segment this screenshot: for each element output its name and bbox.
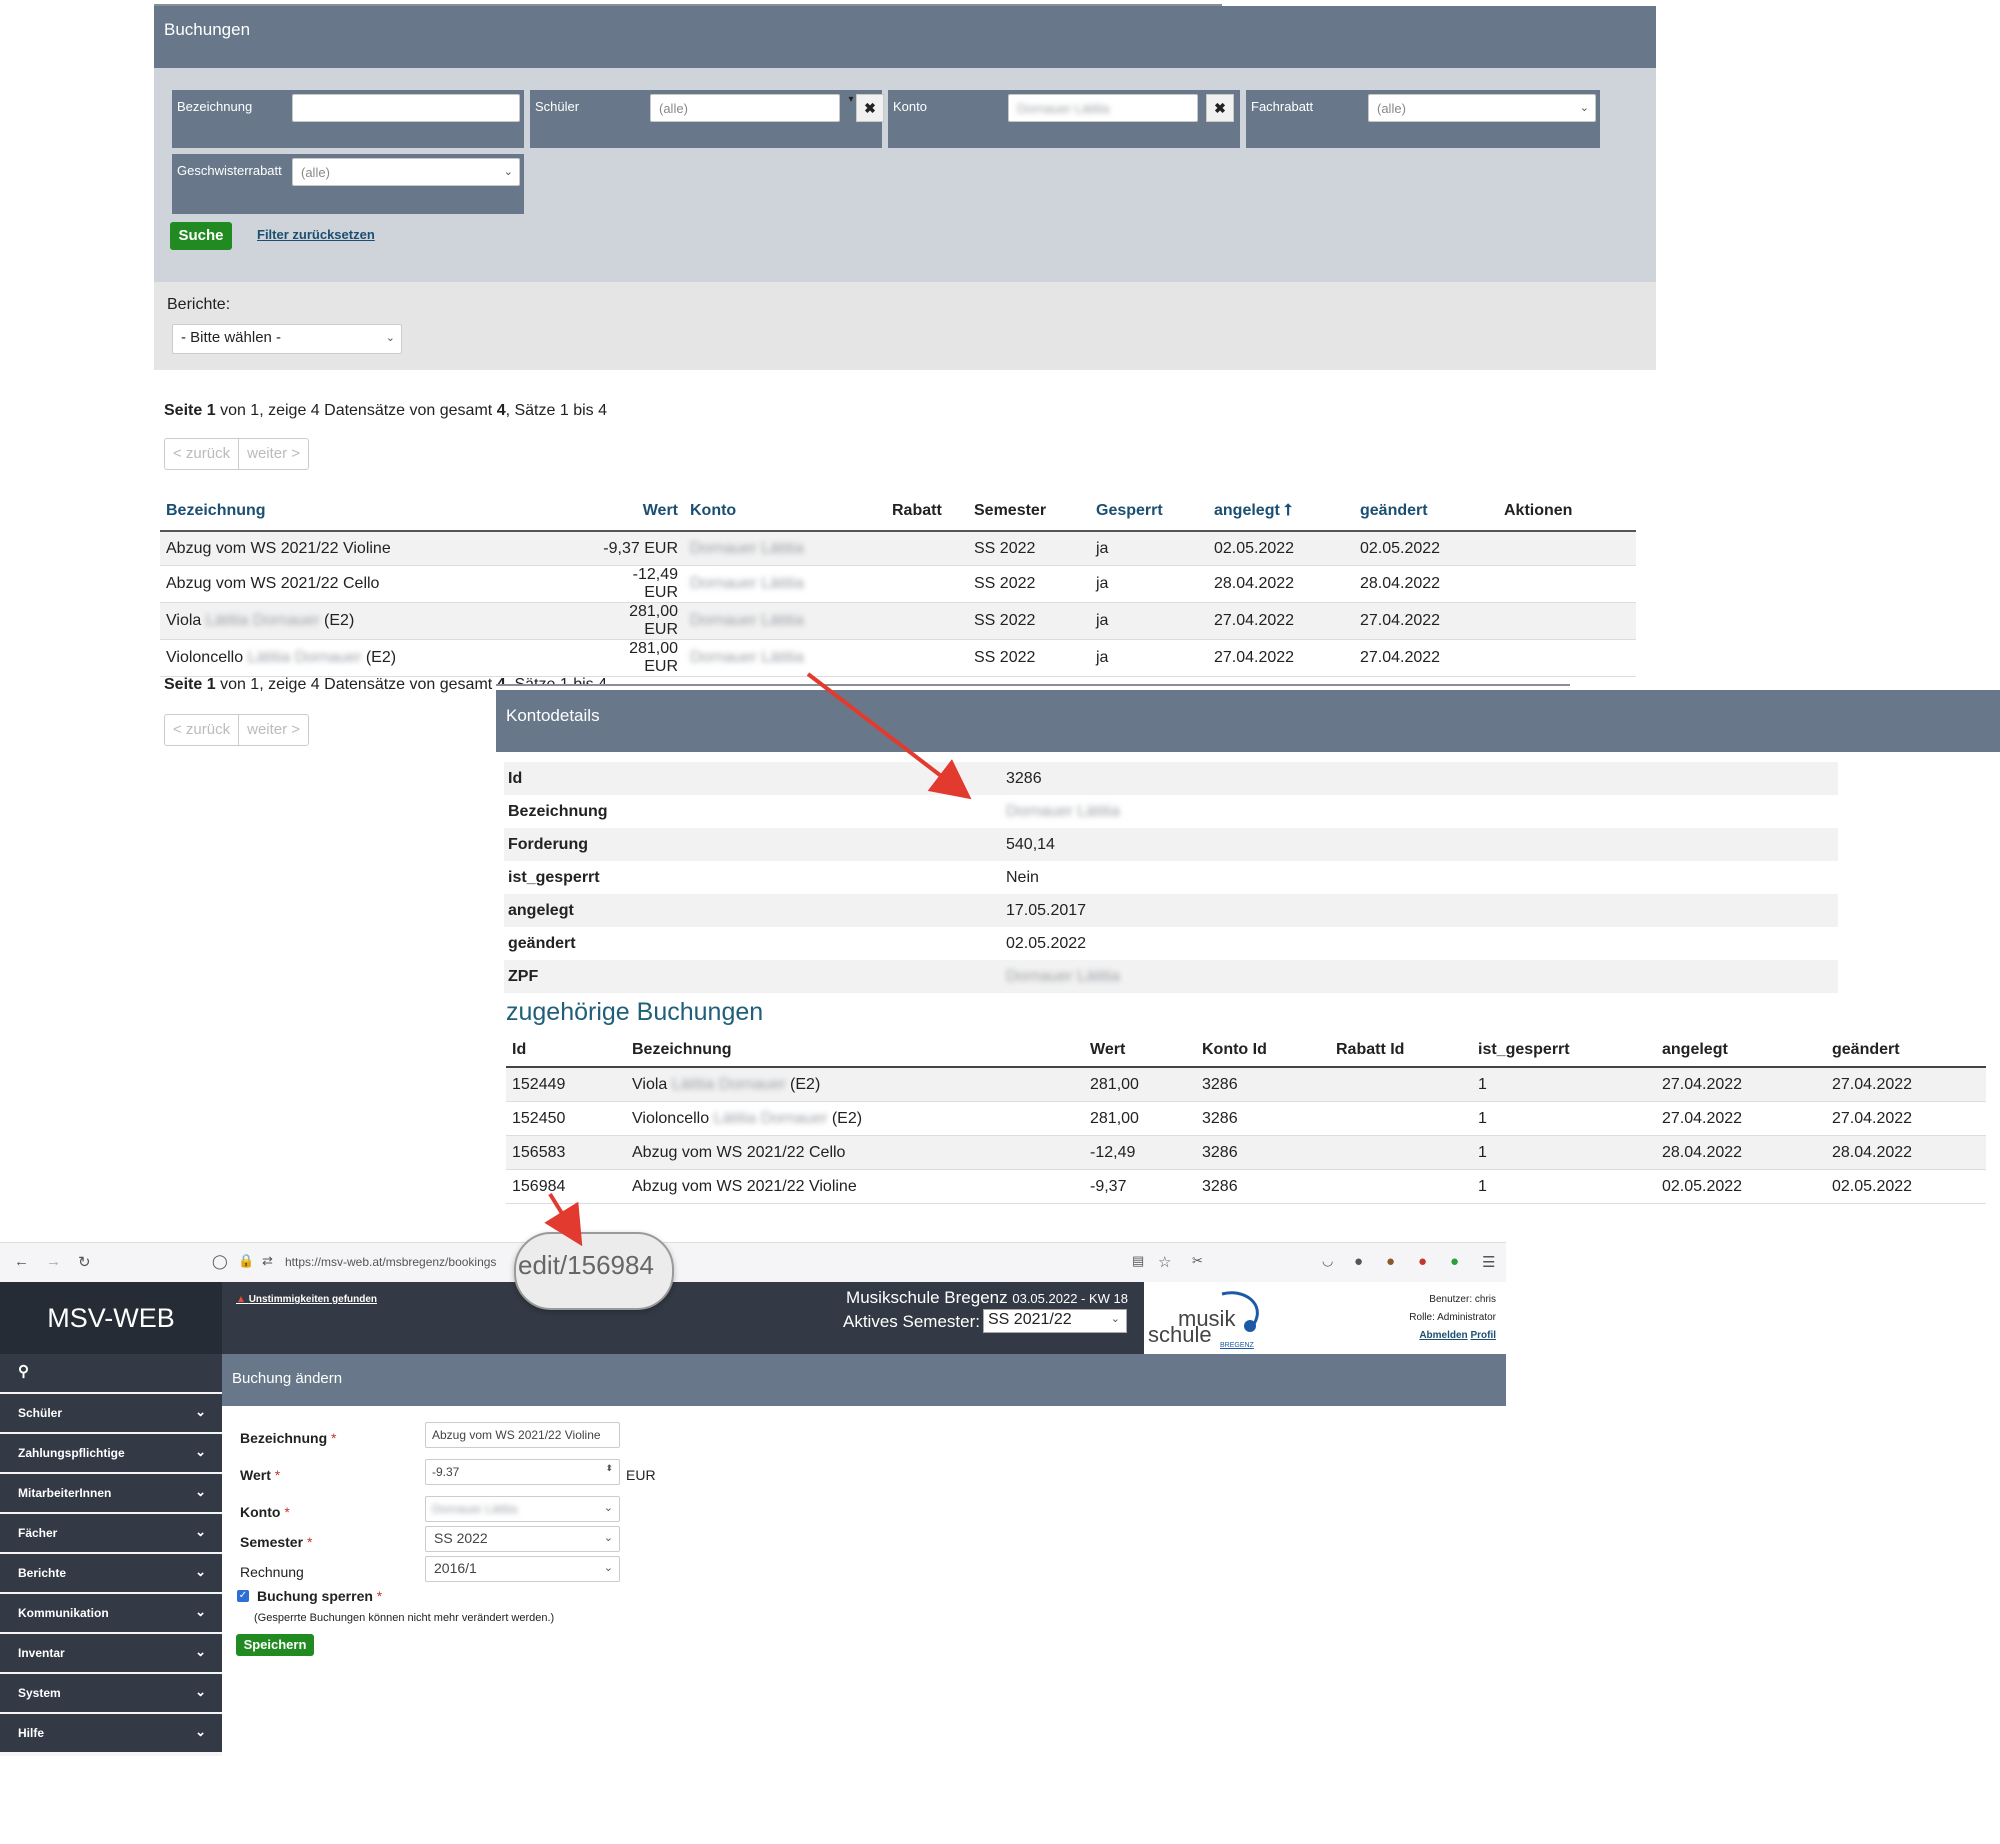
arrow-to-url [544, 1192, 583, 1247]
annotation-arrows [544, 672, 972, 1247]
arrow-to-kontodetails [806, 672, 972, 800]
